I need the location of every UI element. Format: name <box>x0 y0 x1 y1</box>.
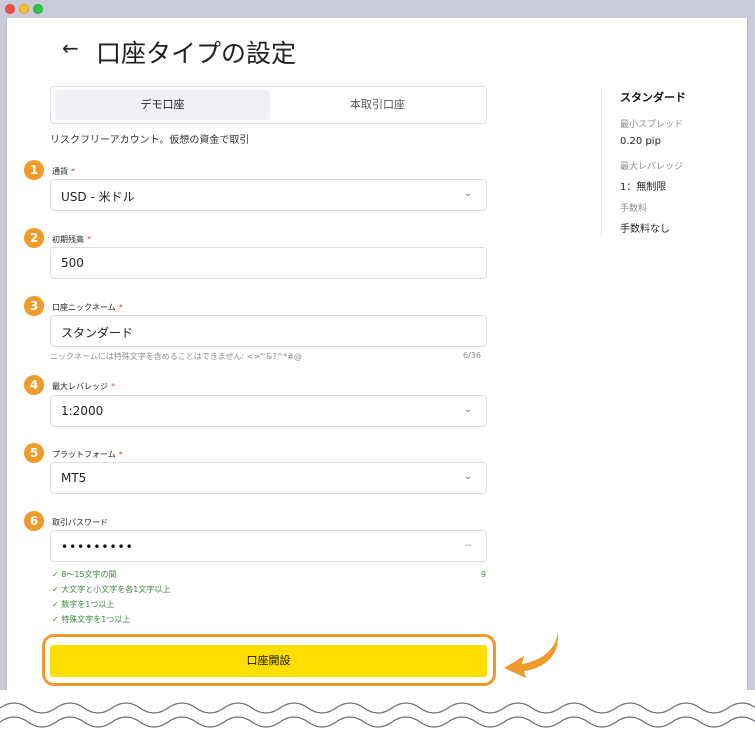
step-badge-5: 5 <box>24 443 44 463</box>
password-rule-length: ✓ 8～15文字の間 <box>52 570 117 579</box>
password-rule-special: ✓ 特殊文字を1つ以上 <box>52 615 131 624</box>
account-type-tabs: デモ口座 本取引口座 <box>50 86 487 124</box>
platform-value: MT5 <box>61 471 87 485</box>
currency-label: 通貨 * <box>52 167 75 176</box>
back-arrow-icon[interactable]: ← <box>62 36 79 60</box>
currency-value: USD - 米ドル <box>61 190 135 204</box>
nickname-value: スタンダード <box>61 326 134 340</box>
step-badge-2: 2 <box>24 228 44 248</box>
leverage-label: 最大レバレッジ * <box>52 382 115 391</box>
minimize-window-icon[interactable] <box>19 4 29 14</box>
summary-key-fee: 手数料 <box>620 204 648 214</box>
torn-edge-decoration <box>0 690 755 744</box>
password-length-counter: 9 <box>481 570 487 579</box>
nickname-label: 口座ニックネーム * <box>52 303 123 312</box>
summary-key-leverage: 最大レバレッジ <box>620 162 684 172</box>
chevron-down-icon: ⌄ <box>463 404 472 415</box>
password-label: 取引パスワード <box>52 518 108 527</box>
summary-value-spread: 0.20 pip <box>620 136 661 147</box>
tab-real-account[interactable]: 本取引口座 <box>270 90 485 120</box>
window-titlebar <box>0 0 755 18</box>
page-title: 口座タイプの設定 <box>96 39 297 68</box>
nickname-input[interactable]: スタンダード <box>50 315 487 347</box>
chevron-down-icon: ⌄ <box>463 471 472 482</box>
balance-label: 初期残高 * <box>52 235 91 244</box>
open-account-button[interactable]: 口座開設 <box>50 645 487 677</box>
eye-closed-icon[interactable]: ∽ <box>464 541 472 551</box>
leverage-value: 1:2000 <box>61 404 104 418</box>
pointer-arrow-icon <box>504 632 559 678</box>
step-badge-3: 3 <box>24 296 44 316</box>
summary-key-spread: 最小スプレッド <box>620 120 684 130</box>
chevron-down-icon: ⌄ <box>463 188 472 199</box>
tab-demo-account[interactable]: デモ口座 <box>55 90 270 120</box>
step-badge-4: 4 <box>24 375 44 395</box>
step-badge-1: 1 <box>24 160 44 180</box>
password-input[interactable]: ••••••••• ∽ <box>50 530 487 562</box>
summary-value-fee: 手数料なし <box>620 224 670 235</box>
close-window-icon[interactable] <box>5 4 15 14</box>
platform-label: プラットフォーム * <box>52 450 123 459</box>
password-value: ••••••••• <box>61 540 134 554</box>
account-description: リスクフリーアカウント。仮想の資金で取引 <box>50 135 250 146</box>
summary-heading: スタンダード <box>620 91 686 104</box>
leverage-select[interactable]: 1:2000 ⌄ <box>50 395 487 427</box>
password-rule-case: ✓ 大文字と小文字を各1文字以上 <box>52 585 171 594</box>
account-summary-panel: スタンダード 最小スプレッド 0.20 pip 最大レバレッジ 1：無制限 手数… <box>601 87 721 235</box>
nickname-counter: 6/36 <box>463 351 481 360</box>
balance-value: 500 <box>61 256 84 270</box>
currency-select[interactable]: USD - 米ドル ⌄ <box>50 179 487 211</box>
platform-select[interactable]: MT5 ⌄ <box>50 462 487 494</box>
password-rule-digit: ✓ 数字を1つ以上 <box>52 600 115 609</box>
summary-value-leverage: 1：無制限 <box>620 182 667 193</box>
nickname-hint: ニックネームには特殊文字を含めることはできません: <>"'&?^*#@ <box>50 352 302 361</box>
step-badge-6: 6 <box>24 511 44 531</box>
balance-input[interactable]: 500 <box>50 247 487 279</box>
maximize-window-icon[interactable] <box>33 4 43 14</box>
